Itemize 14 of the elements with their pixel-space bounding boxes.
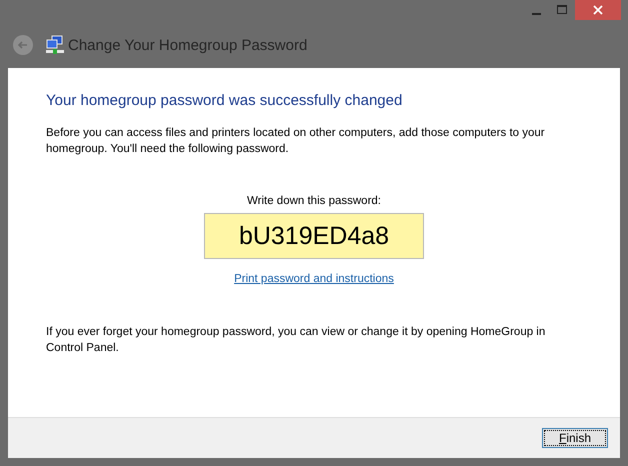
network-computers-icon [46,35,64,55]
page-heading: Your homegroup password was successfully changed [46,92,404,109]
finish-button[interactable]: Finish [542,428,608,448]
maximize-icon [557,5,567,15]
print-link[interactable]: Print password and instructions [234,273,394,285]
intro-text: Before you can access files and printers located on other computers, add those computers to your homegroup. You'll need the following password. [46,126,546,157]
note-text: If you ever forget your homegroup password, you can view or change it by opening HomeGroup in Control Panel. [46,325,546,356]
password-box: bU319ED4a8 [204,213,424,259]
window-title: Change Your Homegroup Password [68,36,308,54]
close-button[interactable] [575,0,621,20]
minimize-icon [532,13,540,15]
password-label: Write down this password: [246,195,381,207]
back-button[interactable] [12,34,34,56]
close-icon [593,5,603,15]
